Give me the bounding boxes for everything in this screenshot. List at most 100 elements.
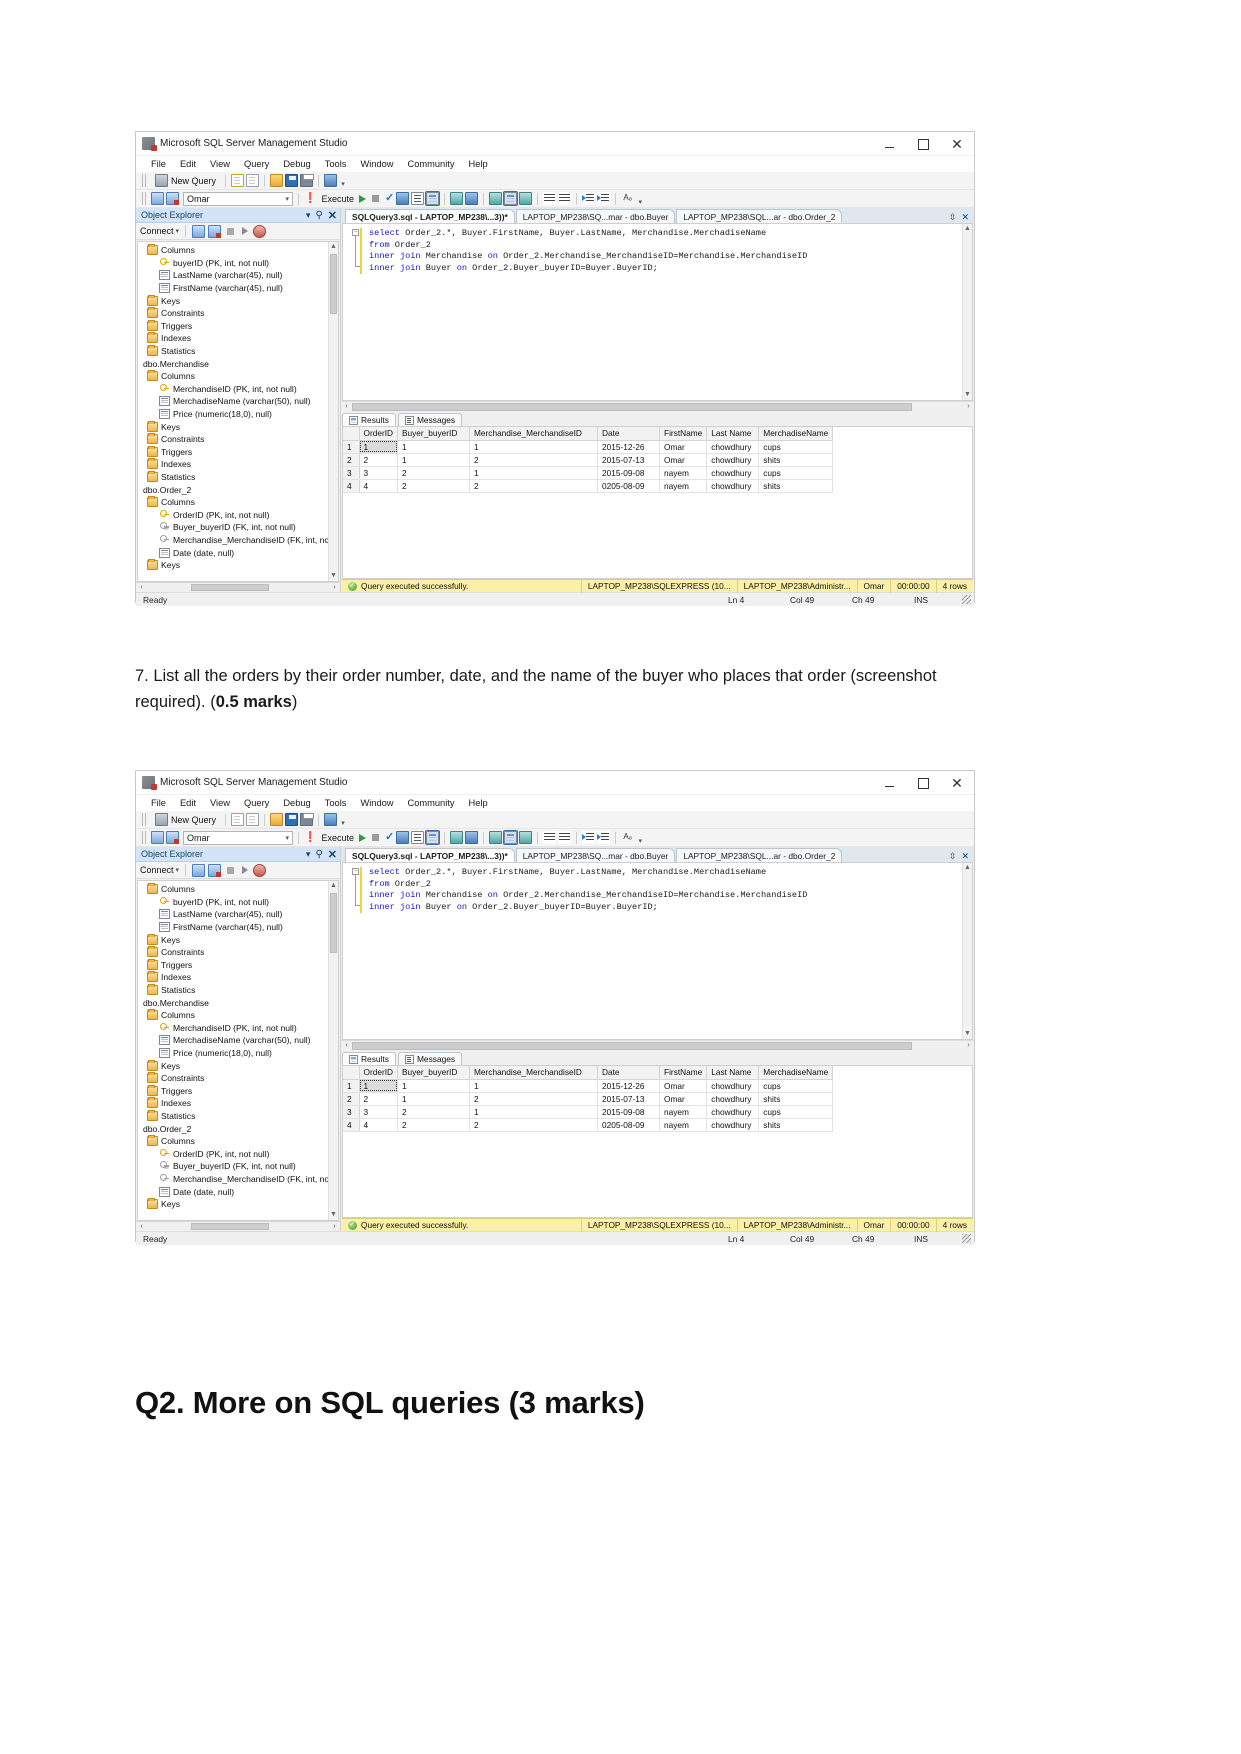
tree-node[interactable]: MerchandiseID (PK, int, not null) xyxy=(138,1022,338,1035)
tree-node[interactable]: Statistics xyxy=(138,1109,338,1123)
column-header[interactable]: Date xyxy=(597,427,661,441)
parse-check-icon[interactable]: ✓ xyxy=(385,193,394,204)
sql-code[interactable]: select Order_2.*, Buyer.FirstName, Buyer… xyxy=(343,224,972,274)
print-icon[interactable] xyxy=(300,174,315,187)
table-cell[interactable]: 2 xyxy=(397,479,471,493)
table-cell[interactable]: 2015-09-08 xyxy=(597,466,661,480)
connect-icon[interactable] xyxy=(151,831,164,844)
open-folder-icon[interactable] xyxy=(270,813,284,826)
tree-node[interactable]: Keys xyxy=(138,559,338,572)
tree-node[interactable]: MerchadiseName (varchar(50), null) xyxy=(138,1034,338,1047)
table-cell[interactable]: shits xyxy=(758,1092,834,1106)
table-cell[interactable]: Omar xyxy=(659,440,708,454)
close-icon[interactable]: ✕ xyxy=(328,209,337,222)
tree-node[interactable]: Constraints xyxy=(138,433,338,446)
grid-corner[interactable] xyxy=(343,427,360,441)
table-cell[interactable]: 1 xyxy=(397,1079,471,1093)
tree-node[interactable]: Columns xyxy=(138,244,338,257)
display-estimated-plan-icon[interactable] xyxy=(396,831,410,844)
uncomment-lines-icon[interactable] xyxy=(558,192,572,205)
scroll-thumb[interactable] xyxy=(330,893,337,953)
table-cell[interactable]: shits xyxy=(758,453,834,467)
include-client-stats-icon[interactable] xyxy=(465,192,479,205)
tree-node[interactable]: Date (date, null) xyxy=(138,546,338,559)
results-to-file-icon[interactable] xyxy=(519,831,533,844)
sql-line[interactable]: from Order_2 xyxy=(369,879,972,891)
toolbar-overflow-icon[interactable]: ▾ xyxy=(339,819,347,828)
disconnect-object-explorer-icon[interactable] xyxy=(208,863,222,877)
query-options-icon[interactable] xyxy=(411,831,425,844)
row-number[interactable]: 1 xyxy=(343,1079,360,1093)
decrease-indent-icon[interactable] xyxy=(597,831,611,844)
sql-line[interactable]: select Order_2.*, Buyer.FirstName, Buyer… xyxy=(369,228,972,240)
menu-item-query[interactable]: Query xyxy=(237,159,276,169)
toolbar-overflow-icon[interactable]: ▾ xyxy=(636,837,644,846)
tree-node[interactable]: Indexes xyxy=(138,1097,338,1110)
fold-toggle-icon[interactable]: − xyxy=(352,868,359,875)
scroll-thumb[interactable] xyxy=(191,584,269,591)
table-cell[interactable]: chowdhury xyxy=(706,453,760,467)
table-cell[interactable]: 2015-09-08 xyxy=(597,1105,661,1119)
toolbar-overflow-icon[interactable]: ▾ xyxy=(339,180,347,189)
tree-node[interactable]: FirstName (varchar(45), null) xyxy=(138,921,338,934)
table-cell[interactable]: nayem xyxy=(659,479,708,493)
chevron-down-icon[interactable]: ▾ xyxy=(306,849,311,860)
tree-node[interactable]: LastName (varchar(45), null) xyxy=(138,908,338,921)
menu-item-edit[interactable]: Edit xyxy=(173,798,203,808)
toolbar-grip[interactable] xyxy=(142,192,146,205)
results-tab-messages[interactable]: Messages xyxy=(397,1052,463,1065)
tree-node[interactable]: Columns xyxy=(138,370,338,383)
toolbar-grip[interactable] xyxy=(142,813,146,826)
tree-node[interactable]: Merchandise_MerchandiseID (FK, int, not … xyxy=(138,534,338,547)
tree-node[interactable]: Price (numeric(18,0), null) xyxy=(138,408,338,421)
table-cell[interactable]: 2 xyxy=(469,479,599,493)
scroll-thumb[interactable] xyxy=(352,1041,912,1050)
tree-node[interactable]: Triggers xyxy=(138,319,338,333)
table-cell[interactable]: shits xyxy=(758,1118,834,1132)
editor-tab-2[interactable]: LAPTOP_MP238\SQL...ar - dbo.Order_2 xyxy=(676,848,843,862)
open-folder-icon[interactable] xyxy=(270,174,284,187)
table-cell[interactable]: 2 xyxy=(397,1105,471,1119)
table-cell[interactable]: 2 xyxy=(469,453,599,467)
table-cell[interactable]: chowdhury xyxy=(706,440,760,454)
column-header[interactable]: MerchadiseName xyxy=(758,427,834,441)
editor-tab-0[interactable]: SQLQuery3.sql - LAPTOP_MP238\...3))* xyxy=(345,848,515,862)
execute-button[interactable]: Execute xyxy=(318,833,357,843)
database-combo[interactable]: Omar ▾ xyxy=(183,191,293,206)
table-cell[interactable]: 3 xyxy=(359,1105,399,1119)
connect-icon[interactable] xyxy=(151,192,164,205)
sql-line[interactable]: inner join Merchandise on Order_2.Mercha… xyxy=(369,251,972,263)
toolbar-overflow-icon[interactable]: ▾ xyxy=(636,198,644,207)
column-header[interactable]: Date xyxy=(597,1066,661,1080)
increase-indent-icon[interactable] xyxy=(582,831,596,844)
save-icon[interactable] xyxy=(285,174,299,187)
tree-node[interactable]: OrderID (PK, int, not null) xyxy=(138,508,338,521)
table-cell[interactable]: chowdhury xyxy=(706,1105,760,1119)
table-cell[interactable]: 2 xyxy=(469,1118,599,1132)
include-actual-plan-icon[interactable] xyxy=(450,192,464,205)
execute-play-icon[interactable] xyxy=(358,194,366,203)
menu-item-view[interactable]: View xyxy=(203,159,237,169)
table-cell[interactable]: 4 xyxy=(359,1118,399,1132)
table-cell[interactable]: chowdhury xyxy=(706,466,760,480)
menu-item-file[interactable]: File xyxy=(144,159,173,169)
scroll-thumb[interactable] xyxy=(352,402,912,411)
table-cell[interactable]: 1 xyxy=(397,440,471,454)
menu-item-debug[interactable]: Debug xyxy=(276,798,317,808)
copy-file-icon[interactable] xyxy=(246,813,260,826)
copy-file-icon[interactable] xyxy=(246,174,260,187)
menu-item-tools[interactable]: Tools xyxy=(318,798,354,808)
table-cell[interactable]: 1 xyxy=(359,440,399,454)
table-cell[interactable]: cups xyxy=(758,1079,834,1093)
stop-icon[interactable] xyxy=(227,866,235,874)
table-cell[interactable]: 2015-12-26 xyxy=(597,1079,661,1093)
scroll-down-icon[interactable]: ▼ xyxy=(963,390,972,400)
table-cell[interactable]: chowdhury xyxy=(706,1092,760,1106)
table-cell[interactable]: 1 xyxy=(469,466,599,480)
tree-node[interactable]: Keys xyxy=(138,1198,338,1211)
editor-vertical-scrollbar[interactable]: ▲ ▼ xyxy=(962,863,972,1039)
disconnect-icon[interactable] xyxy=(166,192,179,205)
filter-icon[interactable] xyxy=(242,227,249,235)
display-estimated-plan-icon[interactable] xyxy=(396,192,410,205)
resize-grip[interactable] xyxy=(962,1233,971,1243)
